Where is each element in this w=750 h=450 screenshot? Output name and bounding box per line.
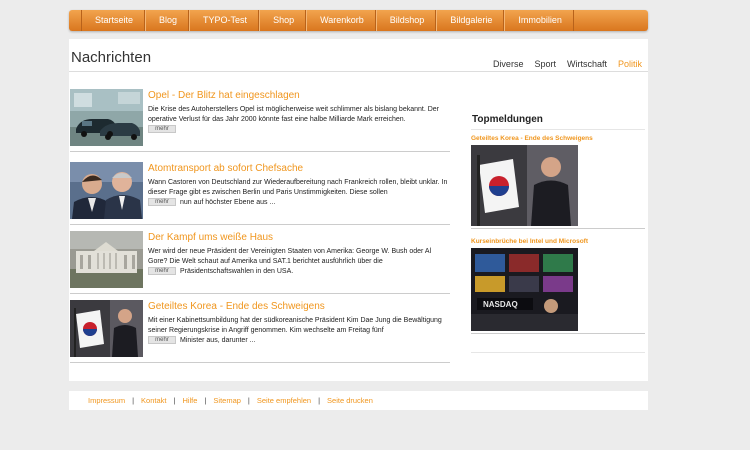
nav-startseite[interactable]: Startseite	[81, 10, 146, 31]
article-atomtransport: Atomtransport ab sofort Chefsache Wann C…	[70, 162, 450, 232]
cars-photo-icon	[70, 89, 143, 146]
footer-link-seite-empfehlen[interactable]: Seite empfehlen	[257, 396, 311, 405]
article-divider	[70, 293, 450, 294]
article-thumbnail-whitehouse[interactable]	[70, 231, 143, 288]
footer-link-sitemap[interactable]: Sitemap	[213, 396, 241, 405]
sidebar-divider	[471, 129, 645, 130]
article-divider	[70, 224, 450, 225]
tab-politik[interactable]: Politik	[618, 59, 642, 69]
article-title[interactable]: Opel - Der Blitz hat eingeschlagen	[148, 90, 300, 101]
nav-immobilien[interactable]: Immobilien	[504, 10, 574, 31]
tab-diverse[interactable]: Diverse	[493, 59, 524, 69]
nav-typo-test[interactable]: TYPO-Test	[189, 10, 260, 31]
main-navigation: Startseite Blog TYPO-Test Shop Warenkorb…	[69, 10, 648, 31]
article-title[interactable]: Geteiltes Korea - Ende des Schweigens	[148, 301, 325, 312]
article-divider	[70, 151, 450, 152]
article-weisses-haus: Der Kampf ums weiße Haus Wer wird der ne…	[70, 231, 450, 301]
nav-bildgalerie[interactable]: Bildgalerie	[436, 10, 505, 31]
tab-wirtschaft[interactable]: Wirtschaft	[567, 59, 607, 69]
footer-link-hilfe[interactable]: Hilfe	[182, 396, 197, 405]
sidebar-image-korea[interactable]	[471, 145, 578, 226]
nav-warenkorb[interactable]: Warenkorb	[306, 10, 376, 31]
sidebar-item-title[interactable]: Kurseinbrüche bei Intel und Microsoft	[471, 238, 588, 245]
korea-flag-photo-icon	[70, 300, 143, 357]
korea-flag-photo-icon	[471, 145, 578, 226]
article-teaser: Wer wird der neue Präsident der Vereinig…	[148, 248, 432, 276]
category-tabs: Diverse Sport Wirtschaft Politik	[493, 59, 642, 69]
sidebar-divider	[471, 333, 645, 334]
article-thumbnail-korea[interactable]	[70, 300, 143, 357]
content-area: Nachrichten Diverse Sport Wirtschaft Pol…	[69, 39, 648, 381]
article-title[interactable]: Der Kampf ums weiße Haus	[148, 232, 273, 243]
article-divider	[70, 362, 450, 363]
article-thumbnail-opel[interactable]	[70, 89, 143, 146]
politicians-photo-icon	[70, 162, 143, 219]
article-title[interactable]: Atomtransport ab sofort Chefsache	[148, 163, 303, 174]
article-korea: Geteiltes Korea - Ende des Schweigens Mi…	[70, 300, 450, 370]
nav-blog[interactable]: Blog	[145, 10, 190, 31]
sidebar-title: Topmeldungen	[472, 114, 543, 125]
article-opel: Opel - Der Blitz hat eingeschlagen Die K…	[70, 89, 450, 159]
nav-shop[interactable]: Shop	[259, 10, 307, 31]
svg-text:NASDAQ: NASDAQ	[483, 300, 518, 309]
footer: Impressum | Kontakt | Hilfe | Sitemap | …	[69, 391, 648, 410]
white-house-photo-icon	[70, 231, 143, 288]
more-button[interactable]: mehr	[148, 125, 176, 134]
footer-link-impressum[interactable]: Impressum	[88, 396, 125, 405]
article-teaser: Mit einer Kabinettsumbildung hat der süd…	[148, 317, 442, 345]
sidebar-divider	[471, 228, 645, 229]
stock-exchange-photo-icon: NASDAQ	[471, 248, 578, 331]
footer-link-kontakt[interactable]: Kontakt	[141, 396, 166, 405]
more-button[interactable]: mehr	[148, 198, 176, 207]
more-button[interactable]: mehr	[148, 336, 176, 345]
tab-sport[interactable]: Sport	[534, 59, 556, 69]
nav-bildshop[interactable]: Bildshop	[375, 10, 437, 31]
footer-link-seite-drucken[interactable]: Seite drucken	[327, 396, 373, 405]
sidebar-item-title[interactable]: Geteiltes Korea - Ende des Schweigens	[471, 135, 593, 142]
more-button[interactable]: mehr	[148, 267, 176, 276]
sidebar-divider	[471, 352, 645, 353]
page-title: Nachrichten	[71, 49, 152, 66]
sidebar-image-nasdaq[interactable]: NASDAQ	[471, 248, 578, 331]
title-divider	[69, 71, 648, 72]
article-teaser: Wann Castoren von Deutschland zur Wieder…	[148, 179, 448, 207]
article-thumbnail-atom[interactable]	[70, 162, 143, 219]
article-teaser: Die Krise des Autoherstellers Opel ist m…	[148, 106, 440, 134]
